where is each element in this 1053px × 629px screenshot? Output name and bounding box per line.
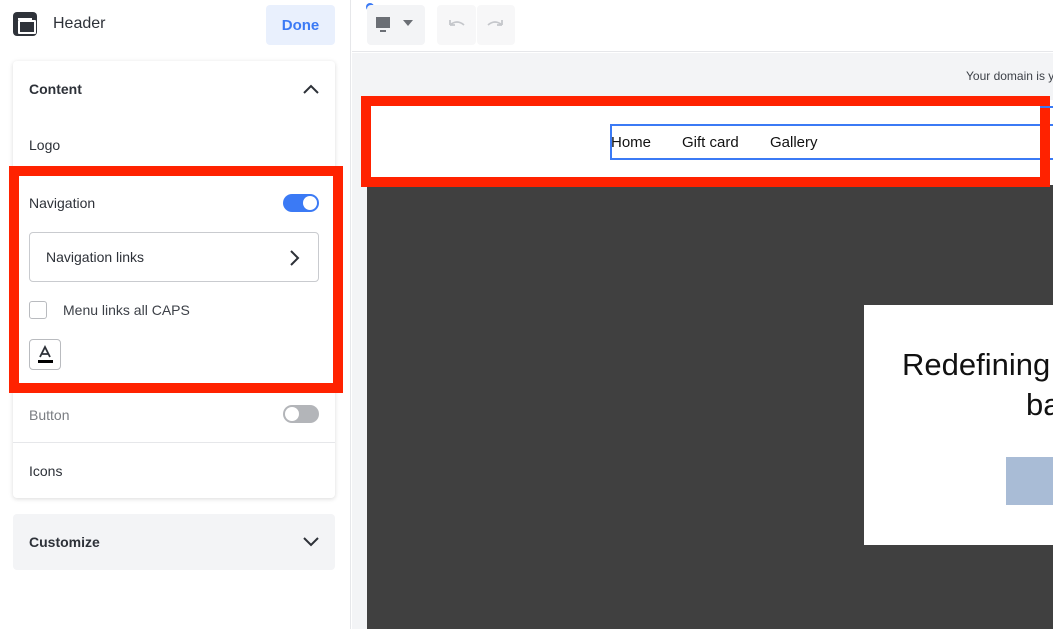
redo-icon xyxy=(487,20,503,26)
customize-section[interactable]: Customize xyxy=(13,514,335,570)
done-button[interactable]: Done xyxy=(266,5,335,45)
desktop-icon xyxy=(376,17,413,32)
content-section-title[interactable]: Content xyxy=(29,81,82,97)
editor-toolbar xyxy=(352,0,1053,52)
chevron-up-icon[interactable] xyxy=(302,83,320,95)
button-toggle[interactable] xyxy=(283,405,319,423)
logo-item[interactable]: Logo xyxy=(29,137,60,153)
panel-title: Header xyxy=(53,15,106,32)
selection-outline xyxy=(1040,106,1053,108)
chevron-down-icon xyxy=(303,537,319,547)
icons-item[interactable]: Icons xyxy=(29,463,62,479)
button-label: Button xyxy=(29,407,70,423)
device-selector[interactable] xyxy=(367,5,425,45)
hero-heading-line1: Redefining xyxy=(902,347,1051,382)
undo-button[interactable] xyxy=(437,5,476,45)
domain-notice: Your domain is y xyxy=(966,69,1053,83)
hero-card: Redefining ba xyxy=(864,305,1053,545)
header-section-icon xyxy=(13,12,37,36)
highlight-box-navigation xyxy=(9,166,343,393)
highlight-box-header xyxy=(361,96,1050,187)
undo-icon xyxy=(449,20,465,26)
redo-button[interactable] xyxy=(477,5,515,45)
hero-cta-button[interactable] xyxy=(1006,457,1053,505)
header-settings-panel: Header Done Content Logo Navigation Navi… xyxy=(0,0,351,629)
hero-heading-line2: ba xyxy=(1026,387,1053,422)
divider xyxy=(13,442,335,443)
customize-title: Customize xyxy=(29,534,100,550)
